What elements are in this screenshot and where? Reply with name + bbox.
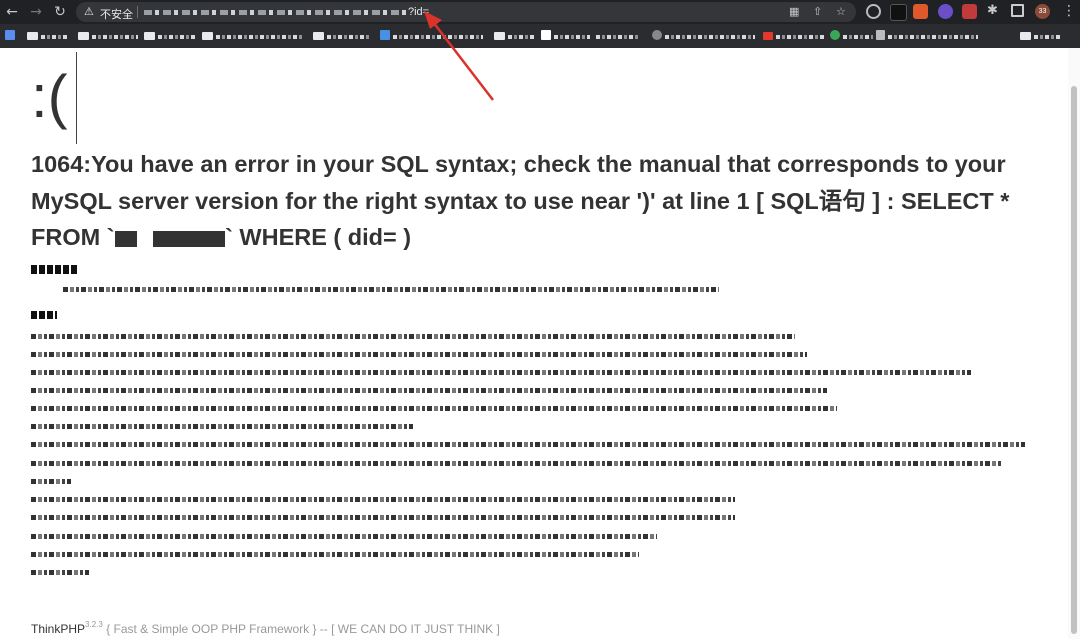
annotation-arrow-head [424,11,442,29]
annotation-arrow-line [429,17,494,101]
annotation-arrow [424,11,494,101]
